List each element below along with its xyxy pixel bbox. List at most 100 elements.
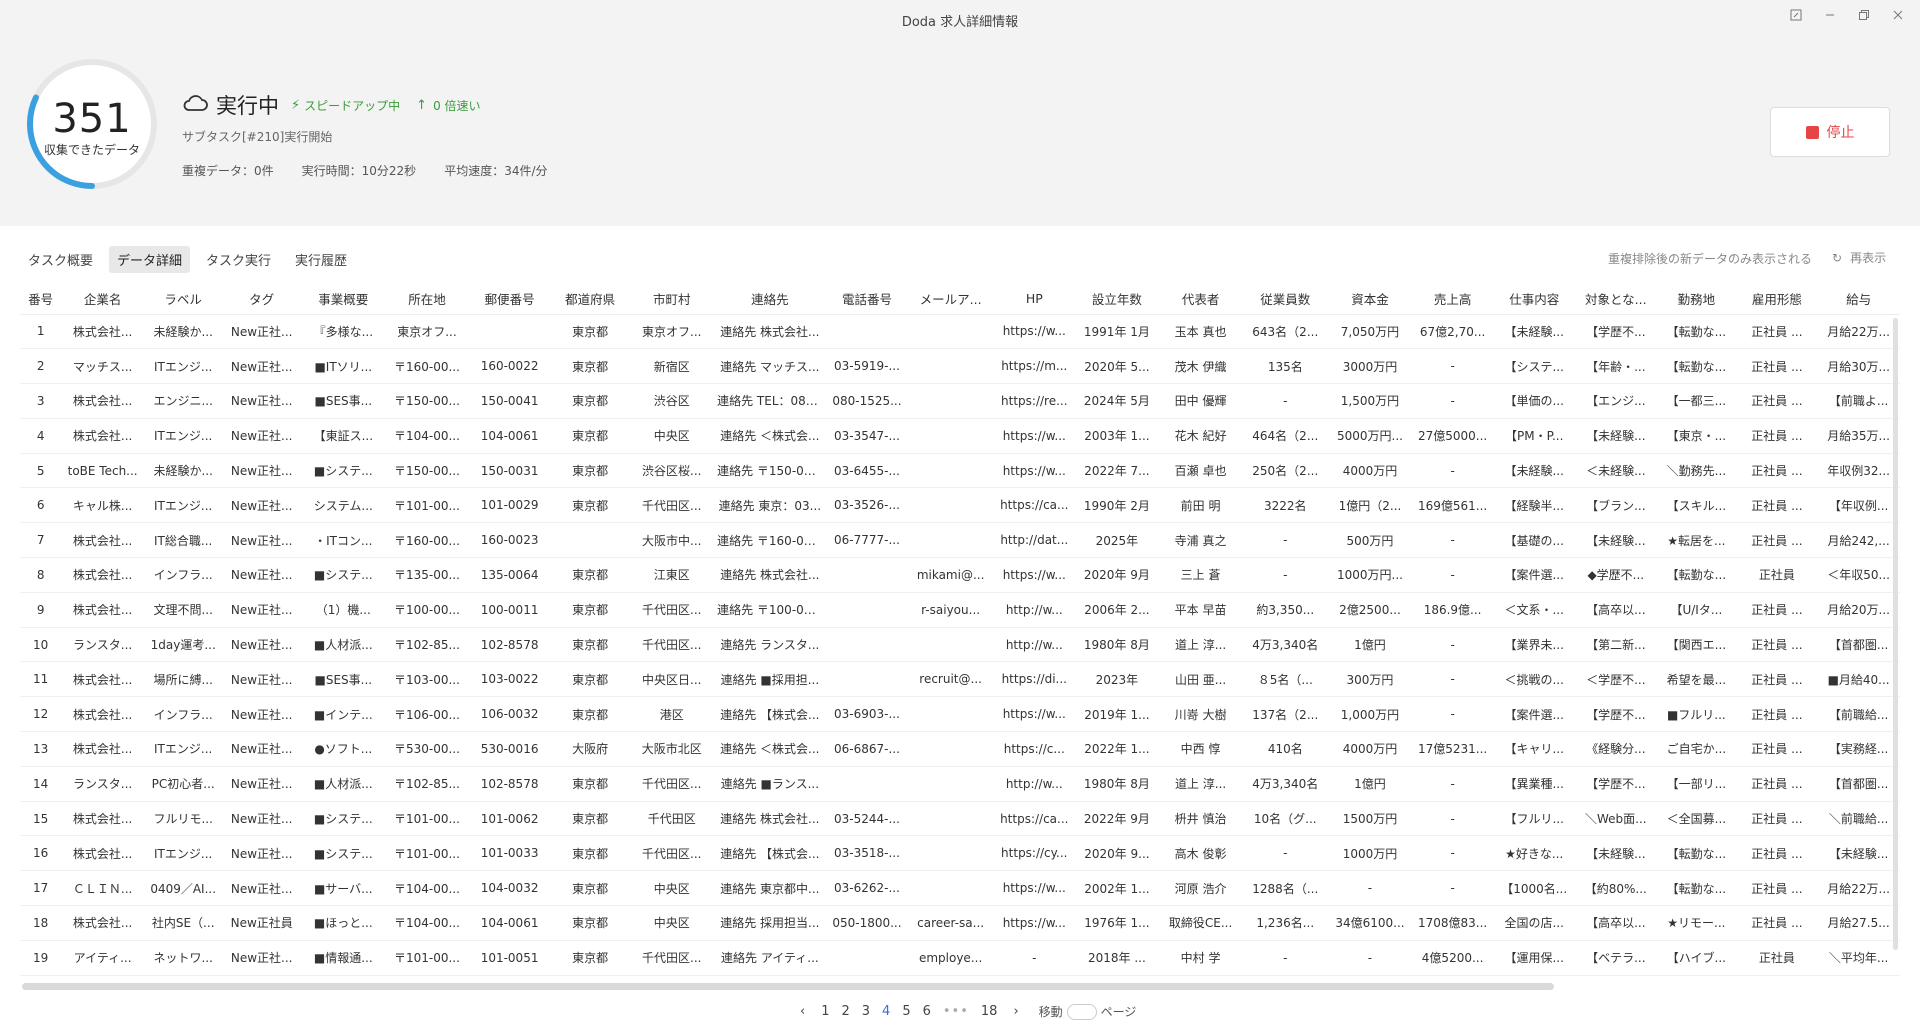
stop-button[interactable]: 停止 — [1770, 107, 1890, 157]
table-cell: - — [1283, 533, 1288, 548]
table-row[interactable]: 8 株式会社... インフラ... New正社... ■システ... 〒135-00...… — [20, 558, 1900, 593]
close-icon[interactable] — [1888, 8, 1908, 28]
page-number[interactable]: 4 — [882, 1004, 890, 1019]
table-row[interactable]: 6 キャル株... ITエンジ... New正社... システム... 〒101-00..… — [20, 488, 1900, 523]
column-header[interactable]: HP — [993, 284, 1076, 314]
table-cell: 【第二新... — [1586, 638, 1646, 653]
refresh-button[interactable]: ↻ 再表示 — [1832, 249, 1886, 266]
restore-icon[interactable] — [1854, 8, 1874, 28]
table-row[interactable]: 11 株式会社... 場所に縛... New正社... ■SES事... 〒103-00.… — [20, 662, 1900, 697]
table-cell: ◆学歴不... — [1587, 568, 1645, 583]
tab-overview[interactable]: タスク概要 — [20, 246, 101, 273]
table-cell: 【学歴不... — [1586, 707, 1646, 722]
column-header[interactable]: 対象とな... — [1576, 284, 1657, 314]
minimize-icon[interactable] — [1820, 8, 1840, 28]
horizontal-scrollbar[interactable] — [22, 983, 1554, 990]
table-cell: ＼Web面... — [1584, 812, 1647, 827]
column-header[interactable]: 所在地 — [386, 284, 469, 314]
table-cell: 500万円 — [1346, 533, 1394, 548]
table-row[interactable]: 18 株式会社... 社内SE（... New正社員 ■ほっと... 〒104-00...… — [20, 906, 1900, 941]
table-row[interactable]: 19 アイティ... ネットワ... New正社... ■情報通... 〒101-00..… — [20, 940, 1900, 976]
next-page-icon[interactable]: › — [1013, 1004, 1018, 1019]
table-cell: ITエンジ... — [154, 846, 213, 861]
table-cell: 山田 亜... — [1174, 672, 1227, 687]
table-cell: 1,000万円 — [1340, 707, 1400, 722]
table-cell: インフラ... — [153, 707, 213, 722]
column-header[interactable]: 企業名 — [61, 284, 144, 314]
table-row[interactable]: 9 株式会社... 文理不問... New正社... （1）機... 〒100-00...… — [20, 592, 1900, 628]
column-header[interactable]: メールア... — [908, 284, 993, 314]
table-row[interactable]: 1 株式会社... 未経験か... New正社... 『多様な... 東京オフ... 東京都… — [20, 314, 1900, 349]
table-cell: 東京都 — [572, 464, 609, 479]
table-cell: - — [1283, 393, 1288, 408]
page-number[interactable]: 6 — [923, 1004, 931, 1019]
column-header[interactable]: 従業員数 — [1243, 284, 1328, 314]
table-cell: 中央区 — [653, 429, 690, 444]
vertical-scrollbar[interactable] — [1893, 318, 1898, 950]
column-header[interactable]: 設立年数 — [1076, 284, 1159, 314]
tab-data-detail[interactable]: データ詳細 — [109, 246, 191, 273]
page-number[interactable]: 1 — [821, 1004, 829, 1019]
column-header[interactable]: 資本金 — [1328, 284, 1413, 314]
table-cell: 株式会社... — [72, 916, 133, 931]
column-header[interactable]: 売上高 — [1412, 284, 1493, 314]
column-header[interactable]: 市町村 — [629, 284, 714, 314]
table-row[interactable]: 13 株式会社... ITエンジ... New正社... ●ソフト... 〒530-00.… — [20, 732, 1900, 767]
table-row[interactable]: 17 ＣＬＩＮ... 0409／AI... New正社... ■サーバ... 〒104-0… — [20, 871, 1900, 906]
table-row[interactable]: 2 マッチス... ITエンジ... New正社... ■ITソリ... 〒160-00.… — [20, 349, 1900, 384]
edit-icon[interactable] — [1786, 8, 1806, 28]
table-row[interactable]: 14 ランスタ... PC初心者... New正社... ■人材派... 〒102-85.… — [20, 766, 1900, 802]
collected-label: 収集できたデータ — [43, 143, 140, 157]
column-header[interactable]: 連絡先 — [714, 284, 826, 314]
table-cell: ■インテ... — [313, 707, 373, 722]
page-last[interactable]: 18 — [981, 1004, 998, 1019]
table-row[interactable]: 3 株式会社... エンジニ... New正社... ■SES事... 〒150-00..… — [20, 384, 1900, 419]
refresh-icon: ↻ — [1832, 250, 1843, 265]
table-row[interactable]: 4 株式会社... ITエンジ... New正社... 【東証ス... 〒104-00..… — [20, 418, 1900, 454]
table-cell: 410名 — [1267, 742, 1303, 757]
table-cell: 川嵜 大樹 — [1174, 707, 1227, 722]
table-row[interactable]: 15 株式会社... フルリモ... New正社... ■システ... 〒101-00..… — [20, 801, 1900, 836]
column-header[interactable]: 郵便番号 — [468, 284, 551, 314]
table-cell: 【東証ス... — [313, 429, 374, 444]
table-row[interactable]: 10 ランスタ... 1day運考... New正社... ■人材派... 〒102-85… — [20, 627, 1900, 662]
column-header[interactable]: タグ — [222, 284, 301, 314]
column-header[interactable]: 事業概要 — [301, 284, 386, 314]
tab-task-run[interactable]: タスク実行 — [198, 246, 279, 273]
table-cell: 【フルリ... — [1504, 812, 1564, 827]
column-header[interactable]: ラベル — [144, 284, 223, 314]
table-cell: 前田 明 — [1180, 498, 1221, 513]
table-cell: 4000万円 — [1342, 742, 1398, 757]
page-number[interactable]: 3 — [862, 1004, 870, 1019]
table-row[interactable]: 12 株式会社... インフラ... New正社... ■インテ... 〒106-00..… — [20, 697, 1900, 732]
tab-history[interactable]: 実行履歴 — [287, 246, 355, 273]
table-cell: 正社員 ... — [1751, 777, 1803, 792]
column-header[interactable]: 仕事内容 — [1493, 284, 1576, 314]
table-cell: ランスタ... — [73, 777, 133, 792]
column-header[interactable]: 番号 — [20, 284, 61, 314]
page-number[interactable]: 5 — [902, 1004, 910, 1019]
table-cell: 300万円 — [1346, 672, 1394, 687]
table-cell — [826, 940, 909, 975]
goto-page-input[interactable] — [1066, 1003, 1097, 1020]
prev-page-icon[interactable]: ‹ — [800, 1004, 805, 1019]
table-row[interactable]: 7 株式会社... IT総合職... New正社... ・ITコン... 〒160-00.… — [20, 523, 1900, 558]
column-header[interactable]: 給与 — [1817, 284, 1900, 314]
table-row[interactable]: 16 株式会社... ITエンジ... New正社... ■システ... 〒101-00.… — [20, 836, 1900, 871]
column-header[interactable]: 雇用形態 — [1737, 284, 1818, 314]
column-header[interactable]: 勤務地 — [1656, 284, 1737, 314]
status-text: 実行中 — [216, 94, 279, 118]
table-cell: New正社員 — [230, 916, 293, 931]
page-number[interactable]: 2 — [841, 1004, 849, 1019]
table-cell: https://w... — [1002, 567, 1066, 582]
table-cell: 1980年 8月 — [1083, 777, 1150, 792]
table-row[interactable]: 5 toBE Tech... 未経験か... New正社... ■システ... 〒150-… — [20, 453, 1900, 488]
table-cell: IT総合職... — [154, 533, 213, 548]
column-header[interactable]: 都道府県 — [551, 284, 630, 314]
column-header[interactable]: 電話番号 — [826, 284, 909, 314]
table-cell: 株式会社... — [72, 742, 133, 757]
table-cell: 03-3547-... — [833, 428, 900, 443]
column-header[interactable]: 代表者 — [1158, 284, 1243, 314]
page-ellipsis[interactable]: ••• — [943, 1004, 969, 1019]
table-cell: 06-6867-... — [833, 741, 900, 756]
